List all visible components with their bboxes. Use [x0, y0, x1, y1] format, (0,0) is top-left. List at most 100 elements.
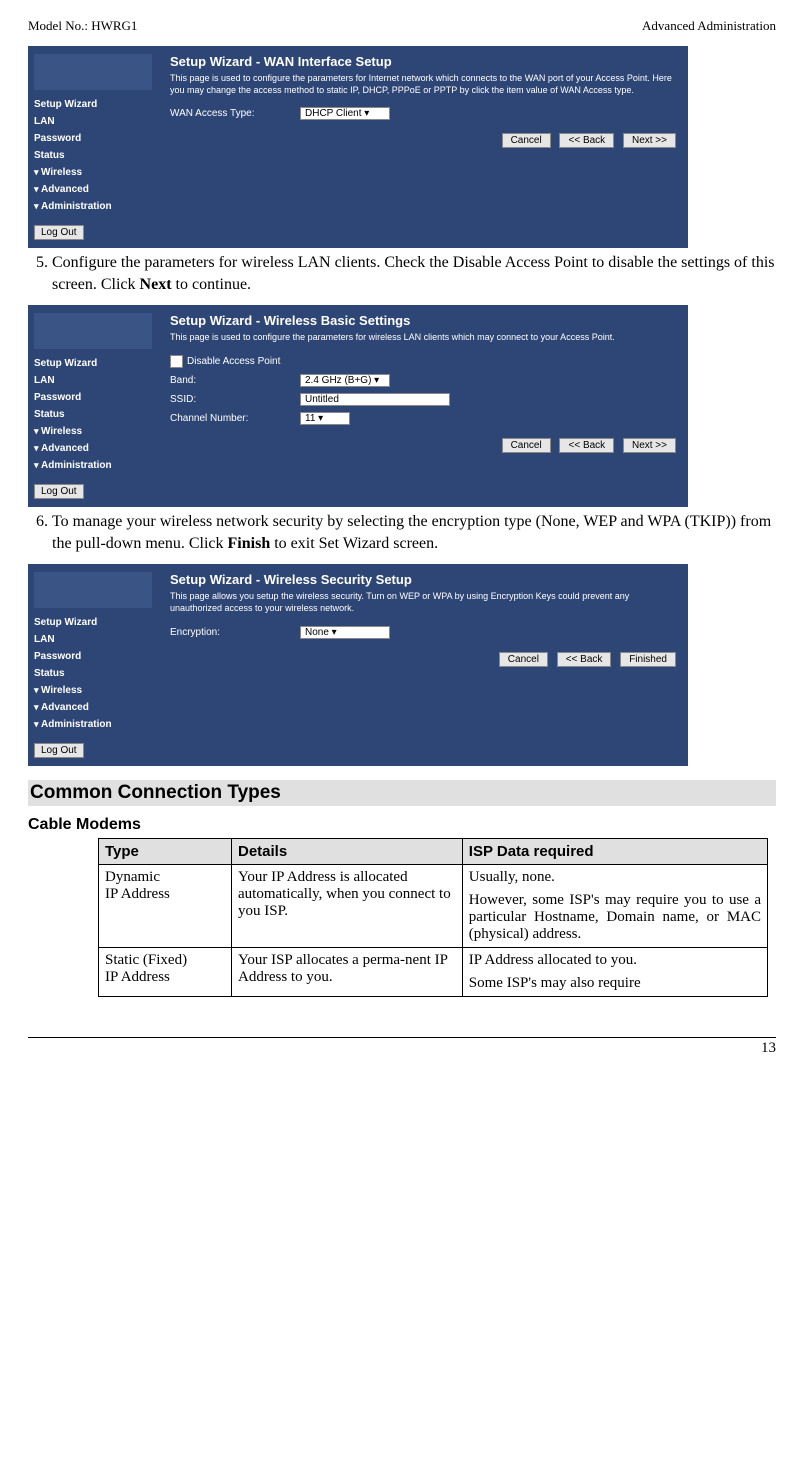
step-list-6: To manage your wireless network security… — [28, 511, 776, 556]
back-button[interactable]: << Back — [559, 133, 614, 148]
sidebar-item-setup-wizard[interactable]: Setup Wizard — [34, 96, 152, 113]
cell-isp-line1: Usually, none. — [469, 869, 761, 886]
back-button[interactable]: << Back — [557, 652, 612, 667]
step-5-text: Configure the parameters for wireless LA… — [52, 252, 776, 297]
wizard-title: Setup Wizard - Wireless Basic Settings — [170, 313, 676, 332]
disable-ap-checkbox[interactable] — [170, 355, 183, 368]
channel-select[interactable]: 11 ▾ — [300, 412, 350, 425]
cancel-button[interactable]: Cancel — [502, 133, 551, 148]
logout-button[interactable]: Log Out — [34, 743, 84, 758]
wizard-title: Setup Wizard - Wireless Security Setup — [170, 572, 676, 591]
page-header: Model No.: HWRG1 Advanced Administration — [28, 18, 776, 34]
encryption-row: Encryption: None ▾ — [170, 623, 676, 642]
model-no: Model No.: HWRG1 — [28, 18, 137, 34]
band-label: Band: — [170, 375, 300, 386]
sidebar-item-lan[interactable]: LAN — [34, 631, 152, 648]
cell-details: Your ISP allocates a perma-nent IP Addre… — [232, 948, 463, 997]
th-type: Type — [99, 839, 232, 865]
encryption-select[interactable]: None ▾ — [300, 626, 390, 639]
sidebar-item-administration[interactable]: Administration — [34, 457, 152, 474]
step-list-5: Configure the parameters for wireless LA… — [28, 252, 776, 297]
sidebar-item-advanced[interactable]: Advanced — [34, 181, 152, 198]
cell-type: Dynamic IP Address — [99, 865, 232, 948]
table-row: Dynamic IP Address Your IP Address is al… — [99, 865, 768, 948]
cell-details: Your IP Address is allocated automatical… — [232, 865, 463, 948]
ssid-label: SSID: — [170, 394, 300, 405]
table-header-row: Type Details ISP Data required — [99, 839, 768, 865]
screenshot-wan-setup: Setup Wizard LAN Password Status Wireles… — [28, 46, 688, 248]
section-heading-common-connection-types: Common Connection Types — [28, 780, 776, 806]
wizard-buttons: Cancel << Back Next >> — [170, 428, 676, 453]
next-button[interactable]: Next >> — [623, 438, 676, 453]
sidebar-item-advanced[interactable]: Advanced — [34, 440, 152, 457]
subheading-cable-modems: Cable Modems — [28, 816, 776, 834]
screenshot-wireless-security: Setup Wizard LAN Password Status Wireles… — [28, 564, 688, 766]
step-6-text: To manage your wireless network security… — [52, 511, 776, 556]
finished-button[interactable]: Finished — [620, 652, 676, 667]
cell-isp-line2: Some ISP's may also require — [469, 975, 761, 992]
sidebar-item-lan[interactable]: LAN — [34, 113, 152, 130]
channel-row: Channel Number: 11 ▾ — [170, 409, 676, 428]
logo-placeholder — [34, 572, 152, 608]
back-button[interactable]: << Back — [559, 438, 614, 453]
sidebar-item-wireless[interactable]: Wireless — [34, 164, 152, 181]
step-5-bold: Next — [140, 276, 172, 293]
cell-isp-line2: However, some ISP's may require you to u… — [469, 892, 761, 943]
sidebar-item-wireless[interactable]: Wireless — [34, 682, 152, 699]
wizard-panel: Setup Wizard - WAN Interface Setup This … — [158, 46, 688, 248]
wizard-description: This page is used to configure the param… — [170, 332, 676, 352]
th-isp-data: ISP Data required — [462, 839, 767, 865]
band-select[interactable]: 2.4 GHz (B+G) ▾ — [300, 374, 390, 387]
sidebar: Setup Wizard LAN Password Status Wireles… — [28, 564, 158, 766]
wizard-description: This page is used to configure the param… — [170, 73, 676, 104]
wizard-buttons: Cancel << Back Next >> — [170, 123, 676, 148]
page-footer: 13 — [28, 1037, 776, 1057]
encryption-label: Encryption: — [170, 627, 300, 638]
wan-access-type-select[interactable]: DHCP Client ▾ — [300, 107, 390, 120]
th-details: Details — [232, 839, 463, 865]
page-number: 13 — [761, 1040, 776, 1056]
cell-isp: IP Address allocated to you. Some ISP's … — [462, 948, 767, 997]
step-6-tail: to exit Set Wizard screen. — [270, 535, 438, 552]
sidebar-item-status[interactable]: Status — [34, 147, 152, 164]
cancel-button[interactable]: Cancel — [502, 438, 551, 453]
sidebar: Setup Wizard LAN Password Status Wireles… — [28, 46, 158, 248]
disable-ap-row: Disable Access Point — [170, 352, 676, 371]
sidebar-item-password[interactable]: Password — [34, 130, 152, 147]
cancel-button[interactable]: Cancel — [499, 652, 548, 667]
logout-button[interactable]: Log Out — [34, 225, 84, 240]
next-button[interactable]: Next >> — [623, 133, 676, 148]
sidebar-item-setup-wizard[interactable]: Setup Wizard — [34, 355, 152, 372]
disable-ap-label: Disable Access Point — [187, 356, 280, 367]
wizard-buttons: Cancel << Back Finished — [170, 642, 676, 667]
wan-access-type-label: WAN Access Type: — [170, 108, 300, 119]
logo-placeholder — [34, 313, 152, 349]
section-name: Advanced Administration — [642, 18, 776, 34]
cell-isp-line1: IP Address allocated to you. — [469, 952, 761, 969]
sidebar-item-password[interactable]: Password — [34, 648, 152, 665]
step-5-tail: to continue. — [172, 276, 252, 293]
channel-label: Channel Number: — [170, 413, 300, 424]
ssid-row: SSID: Untitled — [170, 390, 676, 409]
sidebar-item-administration[interactable]: Administration — [34, 716, 152, 733]
sidebar-item-wireless[interactable]: Wireless — [34, 423, 152, 440]
logout-button[interactable]: Log Out — [34, 484, 84, 499]
wizard-panel: Setup Wizard - Wireless Security Setup T… — [158, 564, 688, 766]
band-row: Band: 2.4 GHz (B+G) ▾ — [170, 371, 676, 390]
sidebar-item-setup-wizard[interactable]: Setup Wizard — [34, 614, 152, 631]
step-6-bold: Finish — [228, 535, 271, 552]
sidebar-item-status[interactable]: Status — [34, 665, 152, 682]
sidebar-item-administration[interactable]: Administration — [34, 198, 152, 215]
ssid-input[interactable]: Untitled — [300, 393, 450, 406]
wizard-panel: Setup Wizard - Wireless Basic Settings T… — [158, 305, 688, 507]
sidebar-item-status[interactable]: Status — [34, 406, 152, 423]
wizard-description: This page allows you setup the wireless … — [170, 591, 676, 622]
wan-access-type-row: WAN Access Type: DHCP Client ▾ — [170, 104, 676, 123]
wizard-title: Setup Wizard - WAN Interface Setup — [170, 54, 676, 73]
sidebar-item-advanced[interactable]: Advanced — [34, 699, 152, 716]
sidebar-item-lan[interactable]: LAN — [34, 372, 152, 389]
cell-type: Static (Fixed) IP Address — [99, 948, 232, 997]
sidebar: Setup Wizard LAN Password Status Wireles… — [28, 305, 158, 507]
cell-isp: Usually, none. However, some ISP's may r… — [462, 865, 767, 948]
sidebar-item-password[interactable]: Password — [34, 389, 152, 406]
